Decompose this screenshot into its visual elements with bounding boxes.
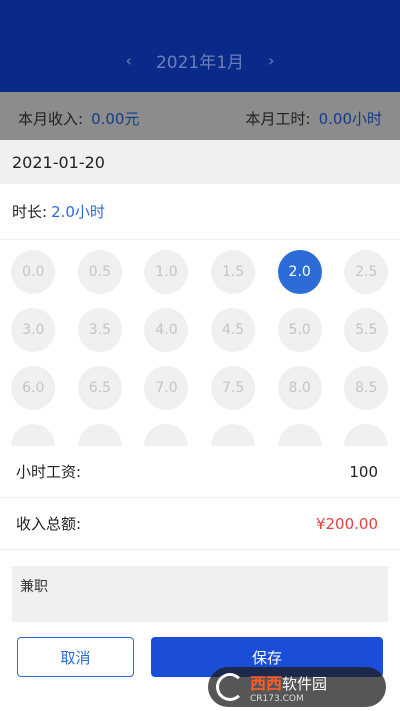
hour-option-cell <box>200 424 267 446</box>
hour-option-cell: 3.0 <box>0 308 67 352</box>
cancel-button[interactable]: 取消 <box>17 637 134 677</box>
hour-grid: 0.0 0.5 1.0 1.5 2.0 2.5 3.0 3.5 4.0 4.5 5.0 5.5 6.0 6… <box>0 250 400 446</box>
hour-option[interactable]: 6.0 <box>11 366 56 410</box>
hourly-wage-row[interactable]: 小时工资: 100 <box>0 446 400 498</box>
hour-option-cell: 5.5 <box>333 308 400 352</box>
hour-picker[interactable]: 0.0 0.5 1.0 1.5 2.0 2.5 3.0 3.5 4.0 4.5 5.0 5.5 6.0 6… <box>0 240 400 446</box>
chevron-left-icon[interactable]: ‹ <box>126 51 132 70</box>
hour-option-cell: 3.5 <box>67 308 134 352</box>
hour-option-cell: 2.5 <box>333 250 400 294</box>
watermark-logo-icon <box>216 673 244 701</box>
hour-option[interactable] <box>11 424 56 446</box>
hour-option[interactable]: 3.0 <box>11 308 56 352</box>
hour-option[interactable]: 8.5 <box>344 366 389 410</box>
hour-option-cell: 8.5 <box>333 366 400 410</box>
hour-option[interactable]: 4.0 <box>144 308 189 352</box>
hour-option[interactable]: 0.0 <box>11 250 56 294</box>
date-row: 2021-01-20 <box>0 140 400 184</box>
hour-option[interactable]: 1.0 <box>144 250 189 294</box>
income-label: 本月收入: <box>18 109 84 128</box>
watermark-brand: 西西 <box>250 674 283 693</box>
hour-option[interactable]: 5.0 <box>277 308 322 352</box>
hour-option[interactable] <box>77 424 122 446</box>
watermark-text: 西西软件园 CR173.COM <box>250 670 327 704</box>
hour-option[interactable]: 5.5 <box>344 308 389 352</box>
hours-value: 0.00小时 <box>318 109 382 128</box>
hour-option-cell <box>133 424 200 446</box>
hour-option[interactable]: 2.0 <box>277 250 322 294</box>
hour-option-cell: 4.0 <box>133 308 200 352</box>
entry-sheet: 2021-01-20 时长: 2.0小时 0.0 0.5 1.0 1.5 2.0 2.5 3.… <box>0 140 400 711</box>
hour-option-cell: 4.5 <box>200 308 267 352</box>
hour-option[interactable]: 7.5 <box>211 366 256 410</box>
watermark: 西西软件园 CR173.COM <box>208 667 386 707</box>
duration-label: 时长: <box>12 203 48 221</box>
total-income-value: ¥200.00 <box>315 514 378 533</box>
hour-option-cell: 1.0 <box>133 250 200 294</box>
hourly-wage-value[interactable]: 100 <box>349 463 378 481</box>
hour-option[interactable]: 7.0 <box>144 366 189 410</box>
hour-option-cell <box>67 424 134 446</box>
hour-option-cell: 6.0 <box>0 366 67 410</box>
hour-option-cell: 5.0 <box>266 308 333 352</box>
hour-option[interactable]: 8.0 <box>277 366 322 410</box>
hours-label: 本月工时: <box>245 109 311 128</box>
total-income-row: 收入总额: ¥200.00 <box>0 498 400 550</box>
duration-value: 2.0小时 <box>51 203 105 221</box>
hour-option[interactable] <box>211 424 256 446</box>
hour-option[interactable]: 3.5 <box>77 308 122 352</box>
watermark-name: 软件园 <box>282 675 328 693</box>
hour-option[interactable] <box>344 424 389 446</box>
selected-date: 2021-01-20 <box>12 152 105 172</box>
hour-option[interactable]: 0.5 <box>77 250 122 294</box>
hour-option[interactable]: 6.5 <box>77 366 122 410</box>
hour-option-cell: 8.0 <box>266 366 333 410</box>
hour-option-cell: 6.5 <box>67 366 134 410</box>
chevron-right-icon[interactable]: › <box>268 51 274 70</box>
income-stat: 本月收入: 0.00元 <box>18 108 139 129</box>
duration-row: 时长: 2.0小时 <box>0 184 400 240</box>
watermark-site: CR173.COM <box>250 694 304 704</box>
hour-option-cell: 0.0 <box>0 250 67 294</box>
hourly-wage-label: 小时工资: <box>16 463 82 481</box>
hour-option-cell <box>333 424 400 446</box>
month-stats-bar: 本月收入: 0.00元 本月工时: 0.00小时 <box>0 92 400 144</box>
total-income-label: 收入总额: <box>16 515 82 533</box>
hour-option[interactable] <box>144 424 189 446</box>
hour-option-cell: 7.5 <box>200 366 267 410</box>
hour-option[interactable] <box>277 424 322 446</box>
hour-option-cell: 0.5 <box>67 250 134 294</box>
hour-option-cell <box>266 424 333 446</box>
hour-option[interactable]: 4.5 <box>211 308 256 352</box>
hours-stat: 本月工时: 0.00小时 <box>246 108 382 129</box>
hour-option-cell: 1.5 <box>200 250 267 294</box>
month-title: 2021年1月 <box>155 53 245 73</box>
hour-option-cell: 7.0 <box>133 366 200 410</box>
hour-option-cell <box>0 424 67 446</box>
hour-option[interactable]: 1.5 <box>211 250 256 294</box>
month-navigator: ‹ 2021年1月 › <box>0 48 400 73</box>
income-value: 0.00元 <box>91 109 140 128</box>
hour-option[interactable]: 2.5 <box>344 250 389 294</box>
note-field[interactable]: 兼职 <box>12 566 388 622</box>
hour-option-cell: 2.0 <box>266 250 333 294</box>
